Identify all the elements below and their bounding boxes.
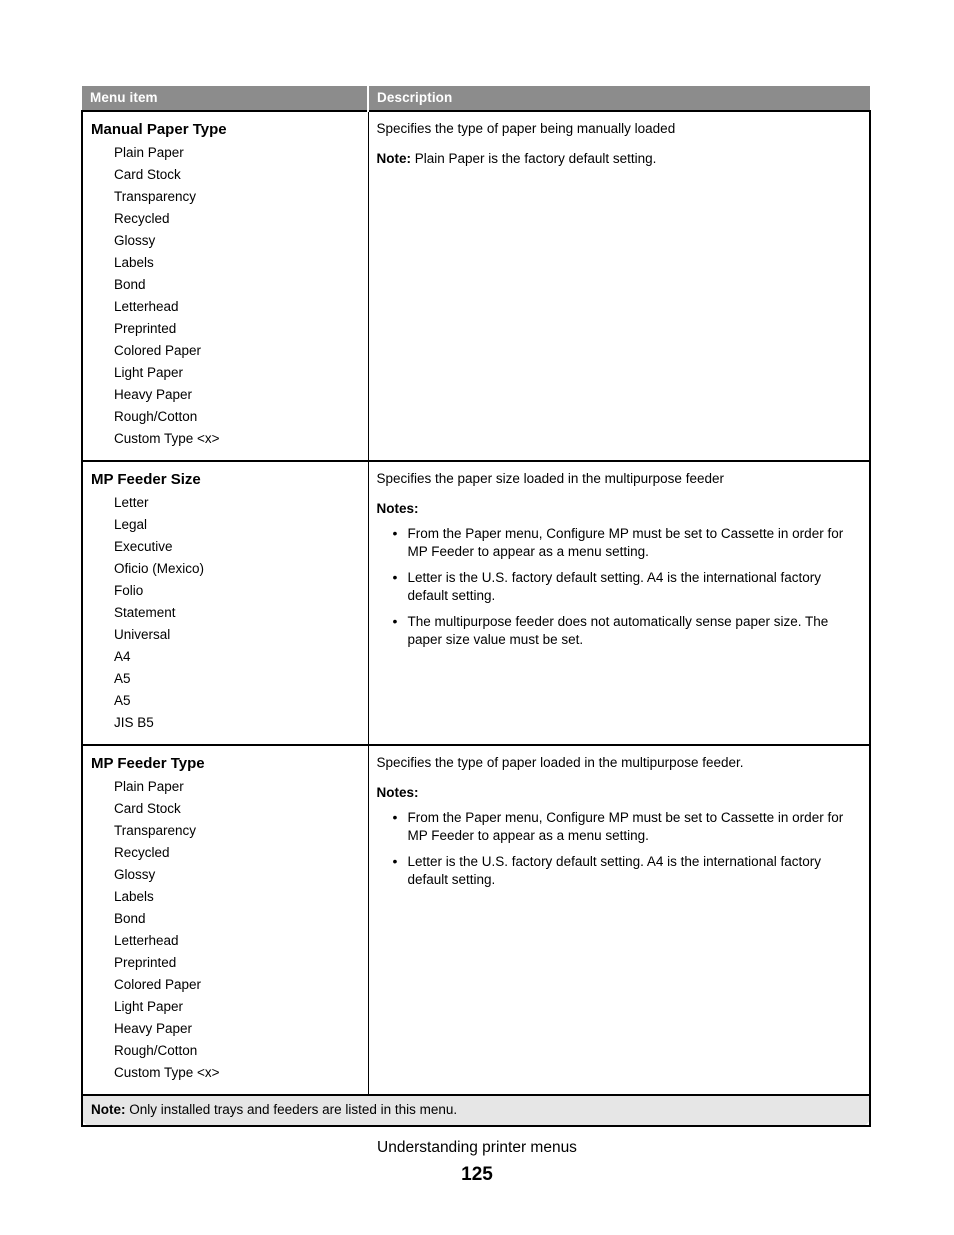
menu-option: Transparency <box>114 189 197 204</box>
description-lead: Specifies the type of paper loaded in th… <box>376 755 744 770</box>
menu-option: JIS B5 <box>114 715 154 730</box>
menu-option: Card Stock <box>114 167 181 182</box>
menu-option: Colored Paper <box>114 343 202 358</box>
menu-option: A4 <box>114 649 131 664</box>
menu-option: A5 <box>114 671 131 686</box>
menu-option: Rough/Cotton <box>114 409 198 424</box>
menu-option: Executive <box>114 539 173 554</box>
column-header-description: Description <box>367 86 870 111</box>
menu-option: Preprinted <box>114 321 177 336</box>
menu-option: Heavy Paper <box>114 387 193 402</box>
table-header: Menu item Description <box>82 86 870 111</box>
menu-option: Statement <box>114 605 176 620</box>
menu-item-cell: MP Feeder Size Letter Legal Executive Of… <box>81 461 369 746</box>
footnote-label: Note: <box>91 1102 126 1117</box>
footer-section-title: Understanding printer menus <box>377 1139 577 1156</box>
description-cell: Specifies the type of paper being manual… <box>368 110 871 462</box>
menu-option: Card Stock <box>114 801 181 816</box>
notes-label: Notes: <box>376 785 419 800</box>
menu-option: Rough/Cotton <box>114 1043 198 1058</box>
note-bullet: The multipurpose feeder does not automat… <box>393 612 860 649</box>
page-number: 125 <box>461 1164 493 1185</box>
menu-option-list: Plain Paper Card Stock Transparency Recy… <box>91 776 360 1084</box>
description-cell: Specifies the paper size loaded in the m… <box>368 461 871 746</box>
table-footnote-cell: Note: Only installed trays and feeders a… <box>81 1094 871 1127</box>
printer-menu-table: Menu item Description Manual Paper Type … <box>81 86 871 1127</box>
menu-option: Preprinted <box>114 955 177 970</box>
menu-option: Custom Type <x> <box>114 431 220 446</box>
menu-item-cell: Manual Paper Type Plain Paper Card Stock… <box>81 110 369 462</box>
menu-option: Letterhead <box>114 299 179 314</box>
menu-option: Letter <box>114 495 149 510</box>
menu-option: Labels <box>114 255 154 270</box>
menu-option: Bond <box>114 911 146 926</box>
note-label: Note: <box>376 151 412 166</box>
table-footnote: Note: Only installed trays and feeders a… <box>91 1101 861 1119</box>
description-lead: Specifies the paper size loaded in the m… <box>376 471 724 486</box>
menu-option: Transparency <box>114 823 197 838</box>
menu-option: Folio <box>114 583 144 598</box>
menu-option: Labels <box>114 889 154 904</box>
table-header-row: Menu item Description <box>82 86 870 111</box>
menu-option: Light Paper <box>114 365 184 380</box>
footnote-text: Only installed trays and feeders are lis… <box>125 1102 458 1117</box>
column-header-menu-item: Menu item <box>82 86 368 111</box>
table-row: MP Feeder Type Plain Paper Card Stock Tr… <box>81 745 871 1096</box>
menu-option: Universal <box>114 627 171 642</box>
menu-item-title: MP Feeder Size <box>91 471 201 488</box>
menu-item-cell: MP Feeder Type Plain Paper Card Stock Tr… <box>81 745 369 1096</box>
table-body: Manual Paper Type Plain Paper Card Stock… <box>81 110 871 1127</box>
note-text: Plain Paper is the factory default setti… <box>411 151 657 166</box>
menu-item-title: MP Feeder Type <box>91 755 205 772</box>
description-cell: Specifies the type of paper loaded in th… <box>368 745 871 1096</box>
menu-option: Plain Paper <box>114 145 184 160</box>
table-row: MP Feeder Size Letter Legal Executive Of… <box>81 461 871 746</box>
menu-option: Heavy Paper <box>114 1021 193 1036</box>
notes-label: Notes: <box>376 501 419 516</box>
notes-bullet-list: From the Paper menu, Configure MP must b… <box>377 808 860 889</box>
table-row: Manual Paper Type Plain Paper Card Stock… <box>81 110 871 462</box>
menu-item-title: Manual Paper Type <box>91 121 227 138</box>
menu-option-list: Plain Paper Card Stock Transparency Recy… <box>91 142 360 450</box>
table-footnote-row: Note: Only installed trays and feeders a… <box>81 1094 871 1127</box>
menu-option: Glossy <box>114 867 156 882</box>
note-bullet: Letter is the U.S. factory default setti… <box>393 568 860 605</box>
document-page: Menu item Description Manual Paper Type … <box>0 0 954 1235</box>
menu-option: Oficio (Mexico) <box>114 561 205 576</box>
menu-option: Glossy <box>114 233 156 248</box>
menu-option: Bond <box>114 277 146 292</box>
menu-option: Plain Paper <box>114 779 184 794</box>
menu-option: Custom Type <x> <box>114 1065 220 1080</box>
menu-option-list: Letter Legal Executive Oficio (Mexico) F… <box>91 492 360 734</box>
page-footer: Understanding printer menus 125 <box>0 1138 954 1188</box>
notes-bullet-list: From the Paper menu, Configure MP must b… <box>377 524 860 649</box>
note-bullet: From the Paper menu, Configure MP must b… <box>393 524 860 561</box>
note-bullet: From the Paper menu, Configure MP must b… <box>393 808 860 845</box>
note-bullet: Letter is the U.S. factory default setti… <box>393 852 860 889</box>
description-lead: Specifies the type of paper being manual… <box>376 121 676 136</box>
menu-option: Light Paper <box>114 999 184 1014</box>
menu-option: Recycled <box>114 211 170 226</box>
menu-option: Letterhead <box>114 933 179 948</box>
description-note: Note: Plain Paper is the factory default… <box>377 150 860 168</box>
menu-option: Recycled <box>114 845 170 860</box>
menu-option: A5 <box>114 693 131 708</box>
menu-option: Legal <box>114 517 148 532</box>
menu-option: Colored Paper <box>114 977 202 992</box>
